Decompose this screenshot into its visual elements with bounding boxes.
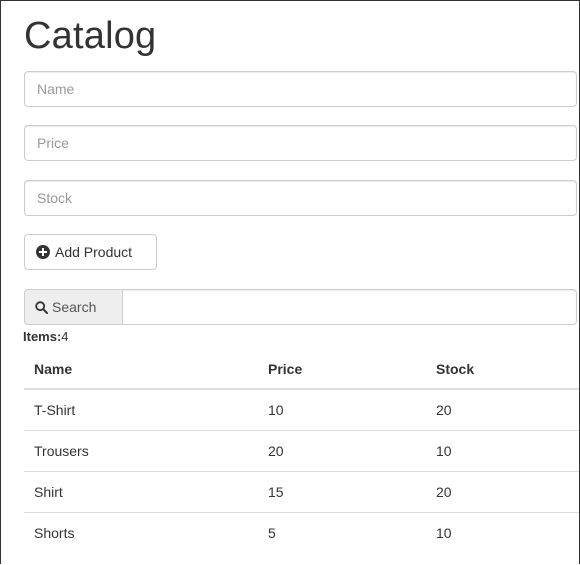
cell-price: 15 xyxy=(258,471,426,513)
page-title: Catalog xyxy=(24,15,157,57)
items-count-value: 4 xyxy=(61,329,69,344)
column-header-stock: Stock xyxy=(426,349,579,390)
stock-input[interactable] xyxy=(24,180,577,216)
name-input[interactable] xyxy=(24,71,577,107)
cell-stock: 20 xyxy=(436,402,452,418)
products-table: Name Price Stock T-Shirt 10 20 Trousers … xyxy=(24,349,579,553)
search-group: Search xyxy=(24,289,577,325)
cell-name: Shirt xyxy=(24,471,258,513)
page-frame: Catalog Add Product Search Items:4 xyxy=(0,0,580,564)
cell-stock: 20 xyxy=(426,471,579,513)
search-label: Search xyxy=(52,299,97,315)
cell-name: Shorts xyxy=(24,512,258,553)
search-addon: Search xyxy=(24,289,122,325)
add-product-button[interactable]: Add Product xyxy=(24,234,157,270)
cell-name: T-Shirt xyxy=(34,402,76,418)
cell-price: 10 xyxy=(268,402,284,418)
cell-name: Trousers xyxy=(24,430,258,472)
table-row: T-Shirt 10 20 xyxy=(24,389,579,431)
table-row: Trousers 20 10 xyxy=(24,430,579,472)
table-header-row: Name Price Stock xyxy=(24,349,579,390)
table-row: Shirt 15 20 xyxy=(24,471,579,513)
items-count-label: Items: xyxy=(23,329,62,344)
plus-circle-icon xyxy=(36,245,50,259)
column-header-price: Price xyxy=(258,349,426,390)
search-icon xyxy=(35,300,48,314)
cell-stock: 10 xyxy=(426,512,579,553)
items-count: Items:4 xyxy=(23,329,69,344)
search-input[interactable] xyxy=(122,289,577,325)
cell-stock: 10 xyxy=(426,430,579,472)
price-input[interactable] xyxy=(24,125,577,161)
column-header-name: Name xyxy=(24,349,258,390)
cell-price: 5 xyxy=(258,512,426,553)
add-product-label: Add Product xyxy=(55,244,133,260)
table-row: Shorts 5 10 xyxy=(24,512,579,553)
cell-price: 20 xyxy=(258,430,426,472)
